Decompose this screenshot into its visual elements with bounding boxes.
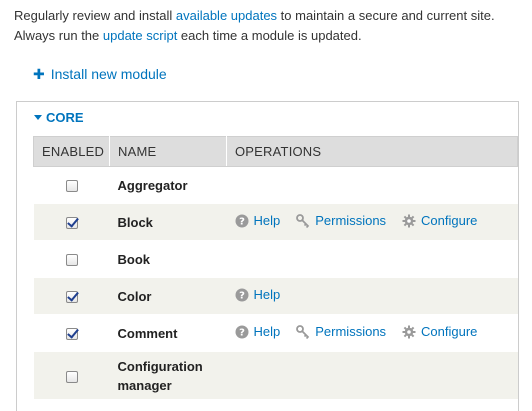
module-name: Aggregator bbox=[109, 166, 227, 204]
available-updates-link[interactable]: available updates bbox=[176, 8, 277, 23]
configure-label: Configure bbox=[421, 324, 478, 340]
permissions-link[interactable]: Permissions bbox=[296, 324, 386, 339]
help-icon bbox=[235, 325, 249, 339]
table-row: Color Help bbox=[33, 277, 518, 315]
intro-text: Regularly review and install available u… bbox=[14, 6, 524, 46]
operations-cell: Help Permissions Configure bbox=[226, 314, 518, 352]
gear-icon bbox=[402, 214, 416, 228]
operations-cell bbox=[226, 351, 518, 400]
operations-cell bbox=[226, 166, 518, 204]
module-name: Configuration manager bbox=[109, 351, 227, 400]
enabled-checkbox[interactable] bbox=[65, 370, 78, 383]
intro-line2-post: each time a module is updated. bbox=[177, 28, 362, 43]
intro-line1-pre: Regularly review and install bbox=[14, 8, 176, 23]
help-label: Help bbox=[253, 213, 281, 229]
help-link[interactable]: Help bbox=[235, 213, 281, 229]
table-row: Configuration manager bbox=[33, 351, 518, 400]
enabled-checkbox[interactable] bbox=[65, 180, 78, 193]
table-row: Comment Help Permissions Configure bbox=[33, 314, 518, 352]
operations-cell: Help bbox=[226, 277, 518, 315]
operations-cell bbox=[226, 240, 518, 278]
enabled-cell bbox=[33, 203, 110, 241]
enabled-cell bbox=[33, 351, 110, 400]
table-row: Book bbox=[33, 240, 518, 278]
configure-label: Configure bbox=[421, 213, 478, 229]
enabled-checkbox[interactable] bbox=[65, 254, 78, 267]
core-section-toggle[interactable]: CORE bbox=[34, 110, 84, 125]
caret-down-icon bbox=[34, 115, 42, 120]
table-row: Block Help Permissions Configure bbox=[33, 203, 518, 241]
enabled-cell bbox=[33, 240, 110, 278]
module-name: Comment bbox=[109, 314, 227, 352]
enabled-cell bbox=[33, 166, 110, 204]
help-link[interactable]: Help bbox=[235, 324, 281, 340]
enabled-checkbox[interactable] bbox=[65, 328, 78, 341]
core-section-label: CORE bbox=[46, 110, 84, 125]
help-label: Help bbox=[253, 324, 281, 340]
column-header-operations: OPERATIONS bbox=[226, 136, 518, 167]
permissions-link[interactable]: Permissions bbox=[296, 213, 386, 228]
key-icon bbox=[296, 325, 310, 339]
install-new-module-label: Install new module bbox=[50, 66, 167, 82]
operations-cell: Help Permissions Configure bbox=[226, 203, 518, 241]
permissions-label: Permissions bbox=[315, 324, 387, 340]
configure-link[interactable]: Configure bbox=[402, 324, 477, 339]
enabled-cell bbox=[33, 314, 110, 352]
plus-icon: ✚ bbox=[33, 66, 45, 82]
core-fieldset: CORE ENABLED NAME OPERATIONS Aggregator B… bbox=[16, 101, 519, 411]
enabled-checkbox[interactable] bbox=[65, 217, 78, 230]
table-row: Aggregator bbox=[33, 166, 518, 204]
module-rows: Aggregator Block Help Permissions Configure B… bbox=[33, 166, 518, 400]
permissions-label: Permissions bbox=[315, 213, 387, 229]
help-icon bbox=[235, 214, 249, 228]
gear-icon bbox=[402, 325, 416, 339]
intro-line2-pre: Always run the bbox=[14, 28, 103, 43]
module-name: Block bbox=[109, 203, 227, 241]
key-icon bbox=[296, 214, 310, 228]
module-name: Color bbox=[109, 277, 227, 315]
enabled-cell bbox=[33, 277, 110, 315]
update-script-link[interactable]: update script bbox=[103, 28, 177, 43]
enabled-checkbox[interactable] bbox=[65, 291, 78, 304]
table-header-row: ENABLED NAME OPERATIONS bbox=[33, 136, 518, 167]
intro-line1-post: to maintain a secure and current site. bbox=[277, 8, 495, 23]
help-icon bbox=[235, 288, 249, 302]
column-header-name: NAME bbox=[109, 136, 227, 167]
modules-table: ENABLED NAME OPERATIONS Aggregator Block H… bbox=[33, 136, 518, 400]
help-link[interactable]: Help bbox=[235, 287, 281, 303]
configure-link[interactable]: Configure bbox=[402, 213, 477, 228]
module-name: Book bbox=[109, 240, 227, 278]
help-label: Help bbox=[253, 287, 281, 303]
column-header-enabled: ENABLED bbox=[33, 136, 110, 167]
install-new-module-link[interactable]: ✚ Install new module bbox=[33, 64, 167, 84]
